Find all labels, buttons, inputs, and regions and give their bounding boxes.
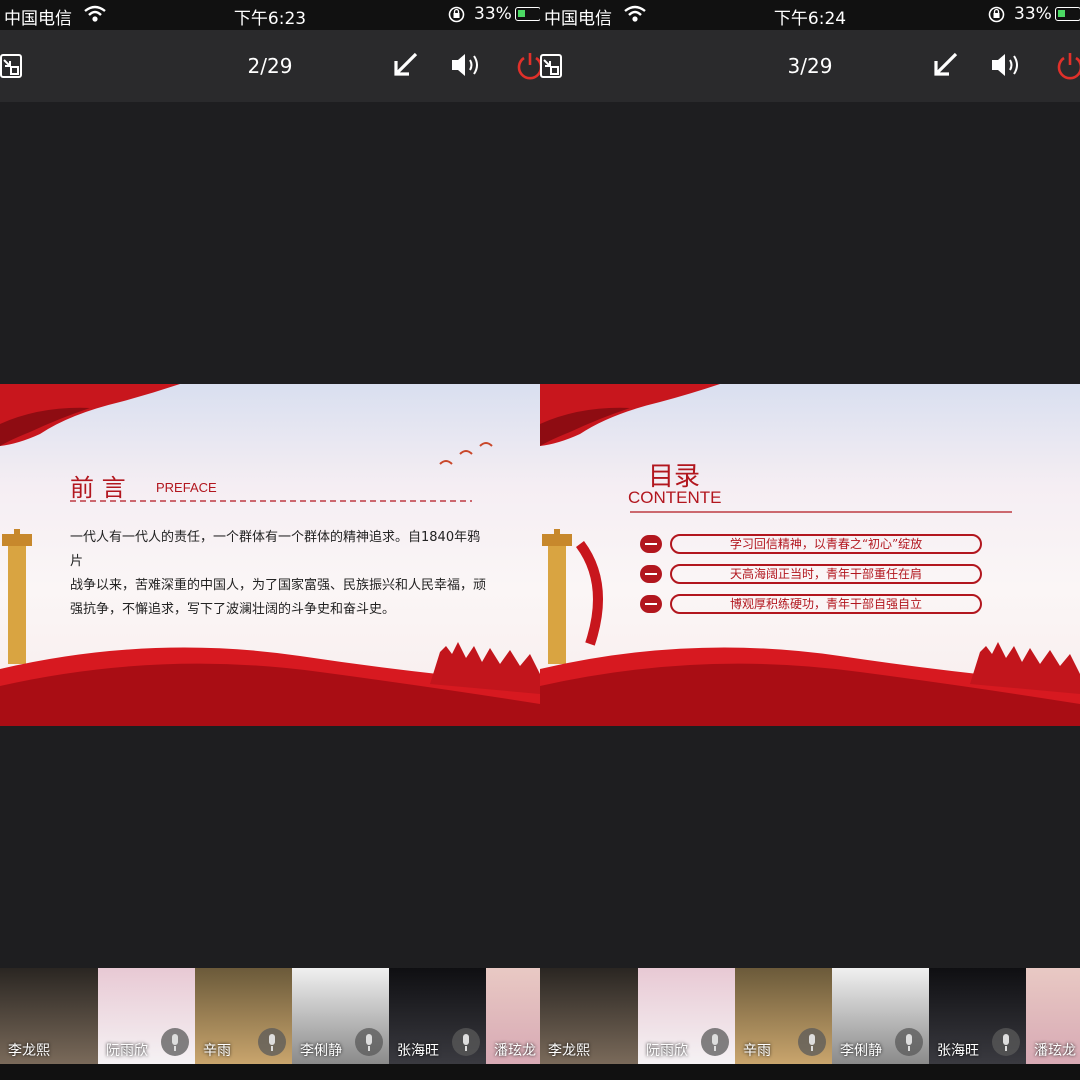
participant-name: 辛雨	[203, 1043, 231, 1059]
toc-label: 博观厚积练硬功，青年干部自强自立	[670, 594, 982, 614]
rotation-lock-icon	[448, 6, 465, 23]
battery-percent: 33%	[1014, 4, 1052, 24]
participant-tile[interactable]: 李俐静	[292, 968, 389, 1064]
screen-left: 中国电信 下午6:23 33% 2/29 前 言 PREFACE 一代人有一代人	[0, 0, 540, 1080]
participant-strip: 李龙熙 阮雨欣 辛雨 李俐静 张海旺 潘玹龙	[0, 968, 540, 1064]
participant-tile[interactable]: 张海旺	[929, 968, 1026, 1064]
slide-title: 前 言	[70, 474, 126, 502]
participant-tile[interactable]: 辛雨	[735, 968, 832, 1064]
participant-name: 阮雨欣	[106, 1043, 148, 1059]
arrow-icon[interactable]	[930, 50, 960, 80]
toc-label: 天高海阔正当时，青年干部重任在肩	[670, 564, 982, 584]
battery-percent: 33%	[474, 4, 512, 24]
arrow-icon[interactable]	[390, 50, 420, 80]
participant-name: 潘玹龙	[494, 1043, 536, 1059]
speaker-icon[interactable]	[990, 51, 1024, 79]
participant-strip: 李龙熙 阮雨欣 辛雨 李俐静 张海旺 潘玹龙	[540, 968, 1080, 1064]
slide-subtitle: CONTENTE	[628, 488, 722, 507]
slide-body: 一代人有一代人的责任，一个群体有一个群体的精神追求。自1840年鸦片 战争以来，…	[70, 526, 490, 622]
presentation-toolbar: 2/29	[0, 30, 540, 102]
participant-tile[interactable]: 李俐静	[832, 968, 929, 1064]
participant-name: 李龙熙	[548, 1043, 590, 1059]
slide-subtitle: PREFACE	[156, 480, 217, 495]
participant-name: 张海旺	[397, 1043, 439, 1059]
power-icon[interactable]	[1055, 50, 1080, 82]
slide-preface: 前 言 PREFACE 一代人有一代人的责任，一个群体有一个群体的精神追求。自1…	[0, 384, 540, 726]
toc-bullet	[640, 535, 662, 553]
presentation-toolbar: 3/29	[540, 30, 1080, 102]
participant-name: 潘玹龙	[1034, 1043, 1076, 1059]
participant-tile[interactable]: 阮雨欣	[638, 968, 735, 1064]
toc-label: 学习回信精神，以青春之“初心”绽放	[670, 534, 982, 554]
participant-name: 李龙熙	[8, 1043, 50, 1059]
slide-body-line: 强抗争，不懈追求，写下了波澜壮阔的斗争史和奋斗史。	[70, 602, 396, 617]
slide-contents: 目录 CONTENTE 学习回信精神，以青春之“初心”绽放 天高海阔正当时，青年…	[540, 384, 1080, 726]
participant-tile[interactable]: 张海旺	[389, 968, 486, 1064]
battery-icon	[1055, 7, 1080, 21]
toc-bullet	[640, 595, 662, 613]
mic-muted-icon	[161, 1028, 189, 1056]
slide-body-line: 战争以来，苦难深重的中国人，为了国家富强、民族振兴和人民幸福，顽	[70, 578, 487, 593]
participant-name: 阮雨欣	[646, 1043, 688, 1059]
speaker-icon[interactable]	[450, 51, 484, 79]
participant-tile[interactable]: 潘玹龙	[1026, 968, 1080, 1064]
mic-muted-icon	[701, 1028, 729, 1056]
participant-tile[interactable]: 辛雨	[195, 968, 292, 1064]
mic-muted-icon	[798, 1028, 826, 1056]
mic-muted-icon	[992, 1028, 1020, 1056]
toc-bullet	[640, 565, 662, 583]
participant-name: 李俐静	[300, 1043, 342, 1059]
participant-name: 张海旺	[937, 1043, 979, 1059]
status-bar: 中国电信 下午6:23 33%	[0, 0, 540, 30]
participant-tile[interactable]: 潘玹龙	[486, 968, 540, 1064]
slide-decoration	[540, 384, 1080, 726]
slide-body-line: 一代人有一代人的责任，一个群体有一个群体的精神追求。自1840年鸦片	[70, 530, 481, 569]
rotation-lock-icon	[988, 6, 1005, 23]
mic-muted-icon	[452, 1028, 480, 1056]
participant-tile[interactable]: 李龙熙	[540, 968, 638, 1064]
participant-name: 李俐静	[840, 1043, 882, 1059]
mic-muted-icon	[895, 1028, 923, 1056]
bottom-bar	[0, 1064, 540, 1080]
bottom-bar	[540, 1064, 1080, 1080]
mic-muted-icon	[258, 1028, 286, 1056]
participant-name: 辛雨	[743, 1043, 771, 1059]
power-icon[interactable]	[515, 50, 540, 82]
participant-tile[interactable]: 阮雨欣	[98, 968, 195, 1064]
participant-tile[interactable]: 李龙熙	[0, 968, 98, 1064]
screen-right: 中国电信 下午6:24 33% 3/29 目录 CONTENTE 学习回信精神，…	[540, 0, 1080, 1080]
status-bar: 中国电信 下午6:24 33%	[540, 0, 1080, 30]
mic-muted-icon	[355, 1028, 383, 1056]
battery-icon	[515, 7, 540, 21]
